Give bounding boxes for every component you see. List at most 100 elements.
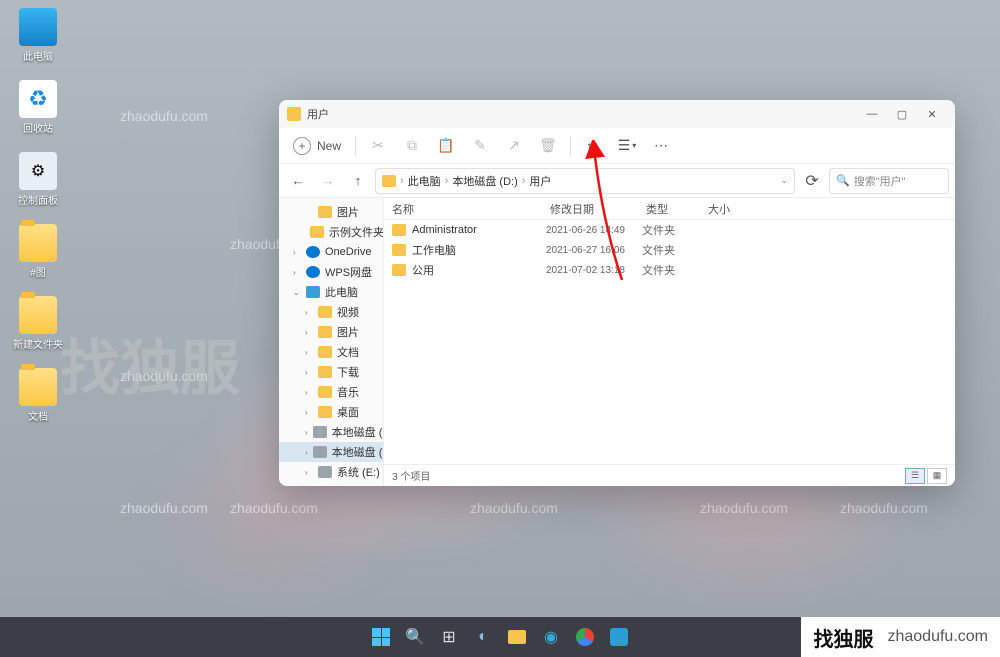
breadcrumb-pc[interactable]: 此电脑	[408, 173, 441, 189]
desktop-icons: 此电脑 回收站 ⚙控制面板 #图 新建文件夹 文档	[8, 8, 68, 440]
paste-button[interactable]: 📋	[430, 132, 462, 160]
nav-item[interactable]: ›桌面	[279, 402, 383, 422]
nav-label: 下载	[337, 364, 359, 380]
nav-item[interactable]: 图片	[279, 202, 383, 222]
search-input[interactable]: 🔍 搜索"用户"	[829, 168, 949, 194]
edge-taskbar[interactable]: ◉	[537, 623, 565, 651]
nav-label: WPS网盘	[325, 264, 372, 280]
nav-item[interactable]: ›下载	[279, 362, 383, 382]
start-button[interactable]	[367, 623, 395, 651]
navigation-pane[interactable]: 图片示例文件夹›OneDrive›WPS网盘⌄此电脑›视频›图片›文档›下载›音…	[279, 198, 384, 486]
back-button[interactable]: ←	[285, 168, 311, 194]
folder-icon	[318, 346, 332, 358]
file-type: 文件夹	[642, 222, 704, 238]
chrome-taskbar[interactable]	[571, 623, 599, 651]
nav-item[interactable]: ›本地磁盘 (C:)	[279, 422, 383, 442]
chevron-icon: ›	[305, 328, 313, 337]
grid-view-button[interactable]: ▦	[927, 468, 947, 484]
drive-icon	[313, 426, 327, 438]
file-date: 2021-06-27 16:06	[546, 245, 642, 256]
nav-item[interactable]: › 本地磁盘 (D:)	[279, 442, 383, 462]
folder-icon	[318, 326, 332, 338]
delete-icon: 🗑	[539, 137, 557, 154]
nav-item[interactable]: ›WPS网盘	[279, 262, 383, 282]
details-view-button[interactable]: ☰	[905, 468, 925, 484]
nav-label: 本地磁盘 (D:)	[332, 444, 384, 460]
col-date[interactable]: 修改日期	[542, 201, 638, 217]
file-date: 2021-07-02 13:18	[546, 265, 642, 276]
desktop-icon-recycle[interactable]: 回收站	[8, 80, 68, 144]
file-row[interactable]: Administrator2021-06-26 14:49文件夹	[384, 220, 955, 240]
chrome-icon	[576, 628, 594, 646]
icon-label: 此电脑	[23, 48, 53, 63]
nav-item[interactable]: ›OneDrive	[279, 242, 383, 262]
folder-icon	[392, 224, 406, 236]
folder-icon	[318, 206, 332, 218]
minimize-button[interactable]: —	[857, 100, 887, 128]
nav-item[interactable]: 示例文件夹	[279, 222, 383, 242]
close-button[interactable]: ✕	[917, 100, 947, 128]
chevron-down-icon[interactable]: ⌄	[780, 175, 788, 186]
address-bar[interactable]: › 此电脑 › 本地磁盘 (D:) › 用户 ⌄	[375, 168, 795, 194]
folder-icon	[310, 226, 324, 238]
refresh-button[interactable]: ⟳	[799, 168, 825, 194]
nav-item[interactable]: ›文档	[279, 342, 383, 362]
nav-item[interactable]: ›系统 (E:)	[279, 462, 383, 482]
folder-icon	[19, 224, 57, 262]
col-type[interactable]: 类型	[638, 201, 700, 217]
view-button[interactable]: ☰▾	[611, 132, 643, 160]
file-list[interactable]: Administrator2021-06-26 14:49文件夹工作电脑2021…	[384, 220, 955, 464]
nav-item[interactable]: ⌄此电脑	[279, 282, 383, 302]
desktop-icon-folder[interactable]: 新建文件夹	[8, 296, 68, 360]
control-icon: ⚙	[19, 152, 57, 190]
desktop-icon-control[interactable]: ⚙控制面板	[8, 152, 68, 216]
plus-icon: +	[293, 137, 311, 155]
nav-label: 图片	[337, 324, 359, 340]
forward-button[interactable]: →	[315, 168, 341, 194]
explorer-taskbar[interactable]	[503, 623, 531, 651]
col-name[interactable]: 名称	[384, 201, 542, 217]
titlebar[interactable]: 用户 — ▢ ✕	[279, 100, 955, 128]
breadcrumb-folder[interactable]: 用户	[529, 173, 551, 189]
up-button[interactable]: ↑	[345, 168, 371, 194]
widgets-button[interactable]: ◐	[469, 623, 497, 651]
brand-text: 找独服	[813, 623, 873, 652]
maximize-button[interactable]: ▢	[887, 100, 917, 128]
file-type: 文件夹	[642, 242, 704, 258]
nav-item[interactable]: ›音乐	[279, 382, 383, 402]
desktop-icon-folder[interactable]: #图	[8, 224, 68, 288]
rename-button[interactable]: ✎	[464, 132, 496, 160]
icon-label: 文档	[28, 408, 48, 423]
sort-button[interactable]: ↑↓	[577, 132, 609, 160]
view-icon: ☰	[618, 137, 631, 154]
nav-item[interactable]: › 图片	[279, 322, 383, 342]
cut-button[interactable]: ✂	[362, 132, 394, 160]
file-row[interactable]: 公用2021-07-02 13:18文件夹	[384, 260, 955, 280]
taskview-button[interactable]: ⊞	[435, 623, 463, 651]
chevron-icon: ›	[305, 348, 313, 357]
desktop-icon-folder[interactable]: 文档	[8, 368, 68, 432]
column-headers[interactable]: 名称 修改日期 类型 大小	[384, 198, 955, 220]
nav-label: 本地磁盘 (C:)	[332, 424, 384, 440]
desktop-icon-pc[interactable]: 此电脑	[8, 8, 68, 72]
share-button[interactable]: ↗	[498, 132, 530, 160]
more-button[interactable]: ⋯	[645, 132, 677, 160]
new-button[interactable]: +New	[285, 132, 349, 160]
nav-item[interactable]: ›视频	[279, 302, 383, 322]
breadcrumb-drive[interactable]: 本地磁盘 (D:)	[452, 173, 517, 189]
delete-button[interactable]: 🗑	[532, 132, 564, 160]
search-button[interactable]: 🔍	[401, 623, 429, 651]
folder-icon	[382, 175, 396, 187]
chevron-icon: ›	[305, 448, 308, 457]
file-row[interactable]: 工作电脑2021-06-27 16:06文件夹	[384, 240, 955, 260]
icon-label: #图	[30, 264, 46, 279]
col-size[interactable]: 大小	[700, 201, 750, 217]
app-taskbar[interactable]	[605, 623, 633, 651]
nav-label: 桌面	[337, 404, 359, 420]
drive-icon	[313, 446, 327, 458]
search-placeholder: 搜索"用户"	[854, 173, 906, 189]
copy-button[interactable]: ⧉	[396, 132, 428, 160]
chevron-icon: ›	[305, 388, 313, 397]
content-pane: 名称 修改日期 类型 大小 Administrator2021-06-26 14…	[384, 198, 955, 486]
folder-icon	[508, 630, 526, 644]
